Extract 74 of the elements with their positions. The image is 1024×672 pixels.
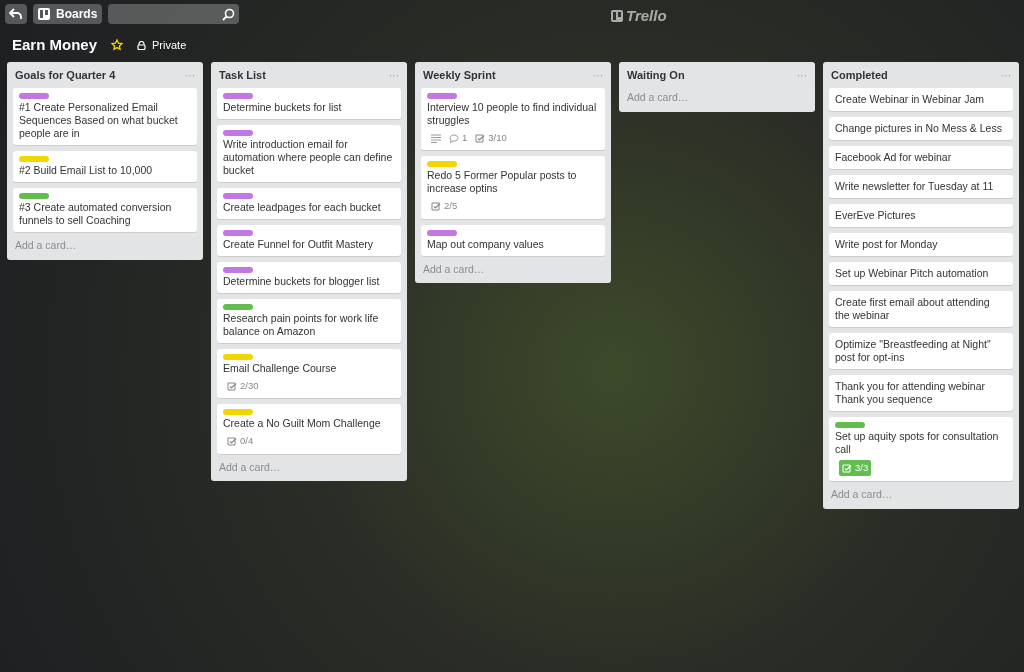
board-title: Earn Money (12, 34, 98, 55)
card-title: Interview 10 people to find individual struggles (427, 101, 598, 127)
card[interactable]: Set up Webinar Pitch automation (829, 262, 1013, 285)
card-title: Create Funnel for Outfit Mastery (223, 238, 374, 251)
card-title: #2 Build Email List to 10,000 (19, 164, 154, 177)
card-title: Determine buckets for list (223, 101, 343, 114)
card-title: Create leadpages for each bucket (223, 201, 382, 214)
card[interactable]: EverEve Pictures (829, 204, 1013, 227)
card[interactable]: #3 Create automated conversion funnels to sell Coaching (13, 188, 197, 232)
back-button[interactable] (5, 4, 27, 24)
card-title: Create Webinar in Webinar Jam (835, 93, 985, 106)
card[interactable]: Determine buckets for blogger list (217, 262, 401, 293)
card[interactable]: Map out company values (421, 224, 605, 256)
card[interactable]: Create first email about attending the webinar (829, 291, 1013, 327)
card-title: Create first email about attending the webinar (835, 296, 991, 322)
card[interactable]: Write newsletter for Tuesday at 11 (829, 175, 1013, 198)
list-title: Completed (831, 67, 888, 83)
search-icon (222, 7, 236, 21)
card-title: EverEve Pictures (835, 209, 917, 222)
lock-icon (137, 40, 147, 50)
search-field[interactable] (108, 4, 240, 24)
card-title: #1 Create Personalized Email Sequences Based on what bucket people are in (19, 101, 179, 140)
checklist-badge: 2/30 (227, 379, 259, 394)
logo-text: Trello (626, 6, 667, 26)
logo-icon (611, 10, 623, 23)
card-title: Optimize "Breastfeeding at Night" post for opt-ins (835, 338, 992, 364)
list-title: Weekly Sprint (423, 67, 496, 83)
card-title: Map out company values (427, 237, 545, 251)
card-title: Write newsletter for Tuesday at 11 (835, 180, 995, 193)
card[interactable]: Create Webinar in Webinar Jam (829, 88, 1013, 111)
card-title: Write post for Monday (835, 238, 939, 251)
card-title: Set up Webinar Pitch automation (835, 267, 990, 280)
card[interactable]: Email Challenge Course 2/30 (217, 349, 401, 399)
list-title: Goals for Quarter 4 (15, 67, 116, 83)
comment-badge: 1 (449, 131, 468, 146)
card-title: Determine buckets for blogger list (223, 275, 381, 288)
star-icon[interactable] (111, 39, 124, 51)
list-title: Task List (219, 67, 266, 83)
back-arrow-icon (9, 8, 23, 20)
description-icon (431, 133, 441, 143)
card-title: Write introduction email for automation where people can define bucket (223, 138, 394, 177)
card[interactable]: #2 Build Email List to 10,000 (13, 151, 197, 182)
checklist-badge: 2/5 (431, 199, 458, 214)
card-title: Thank you for attending webinar Thank you sequence (835, 380, 986, 406)
list-title: Waiting On (627, 67, 685, 83)
card[interactable]: Thank you for attending webinar Thank you sequence (829, 375, 1013, 411)
card[interactable]: Optimize "Breastfeeding at Night" post for opt-ins (829, 333, 1013, 369)
visibility-button[interactable]: Private (137, 36, 187, 54)
card-title: Research pain points for work life balance on Amazon (223, 312, 380, 338)
card-title: Email Challenge Course (223, 362, 338, 375)
card[interactable]: Create Funnel for Outfit Mastery (217, 225, 401, 256)
card-title: Facebook Ad for webinar (835, 151, 953, 164)
card[interactable]: Create a No Guilt Mom Challenge 0/4 (217, 404, 401, 454)
card-title: #3 Create automated conversion funnels to sell Coaching (19, 201, 173, 227)
boards-button[interactable]: Boards (33, 4, 103, 24)
card[interactable]: Set up aquity spots for consultation call 3/3 (829, 417, 1013, 482)
checklist-badge: 3/10 (475, 131, 507, 146)
card[interactable]: #1 Create Personalized Email Sequences Based on what bucket people are in (13, 88, 197, 145)
card-title: Create a No Guilt Mom Challenge (223, 417, 382, 431)
card[interactable]: Create leadpages for each bucket (217, 188, 401, 219)
card[interactable]: Determine buckets for list (217, 88, 401, 119)
card-title: Set up aquity spots for consultation call (835, 430, 1000, 456)
card[interactable]: Change pictures in No Mess & Less (829, 117, 1013, 140)
card[interactable]: Redo 5 Former Popular posts to increase optins 2/5 (421, 156, 605, 219)
board-icon (38, 8, 50, 20)
card[interactable]: Research pain points for work life balance on Amazon (217, 299, 401, 343)
card-title: Change pictures in No Mess & Less (835, 122, 1003, 135)
card-title: Redo 5 Former Popular posts to increase optins (427, 169, 578, 196)
checklist-badge: 0/4 (227, 434, 254, 449)
card[interactable]: Write post for Monday (829, 233, 1013, 256)
card[interactable]: Facebook Ad for webinar (829, 146, 1013, 169)
card[interactable]: Interview 10 people to find individual struggles 1 3/10 (421, 88, 605, 151)
checklist-badge: 3/3 (839, 460, 872, 477)
card[interactable]: Write introduction email for automation where people can define bucket (217, 125, 401, 182)
